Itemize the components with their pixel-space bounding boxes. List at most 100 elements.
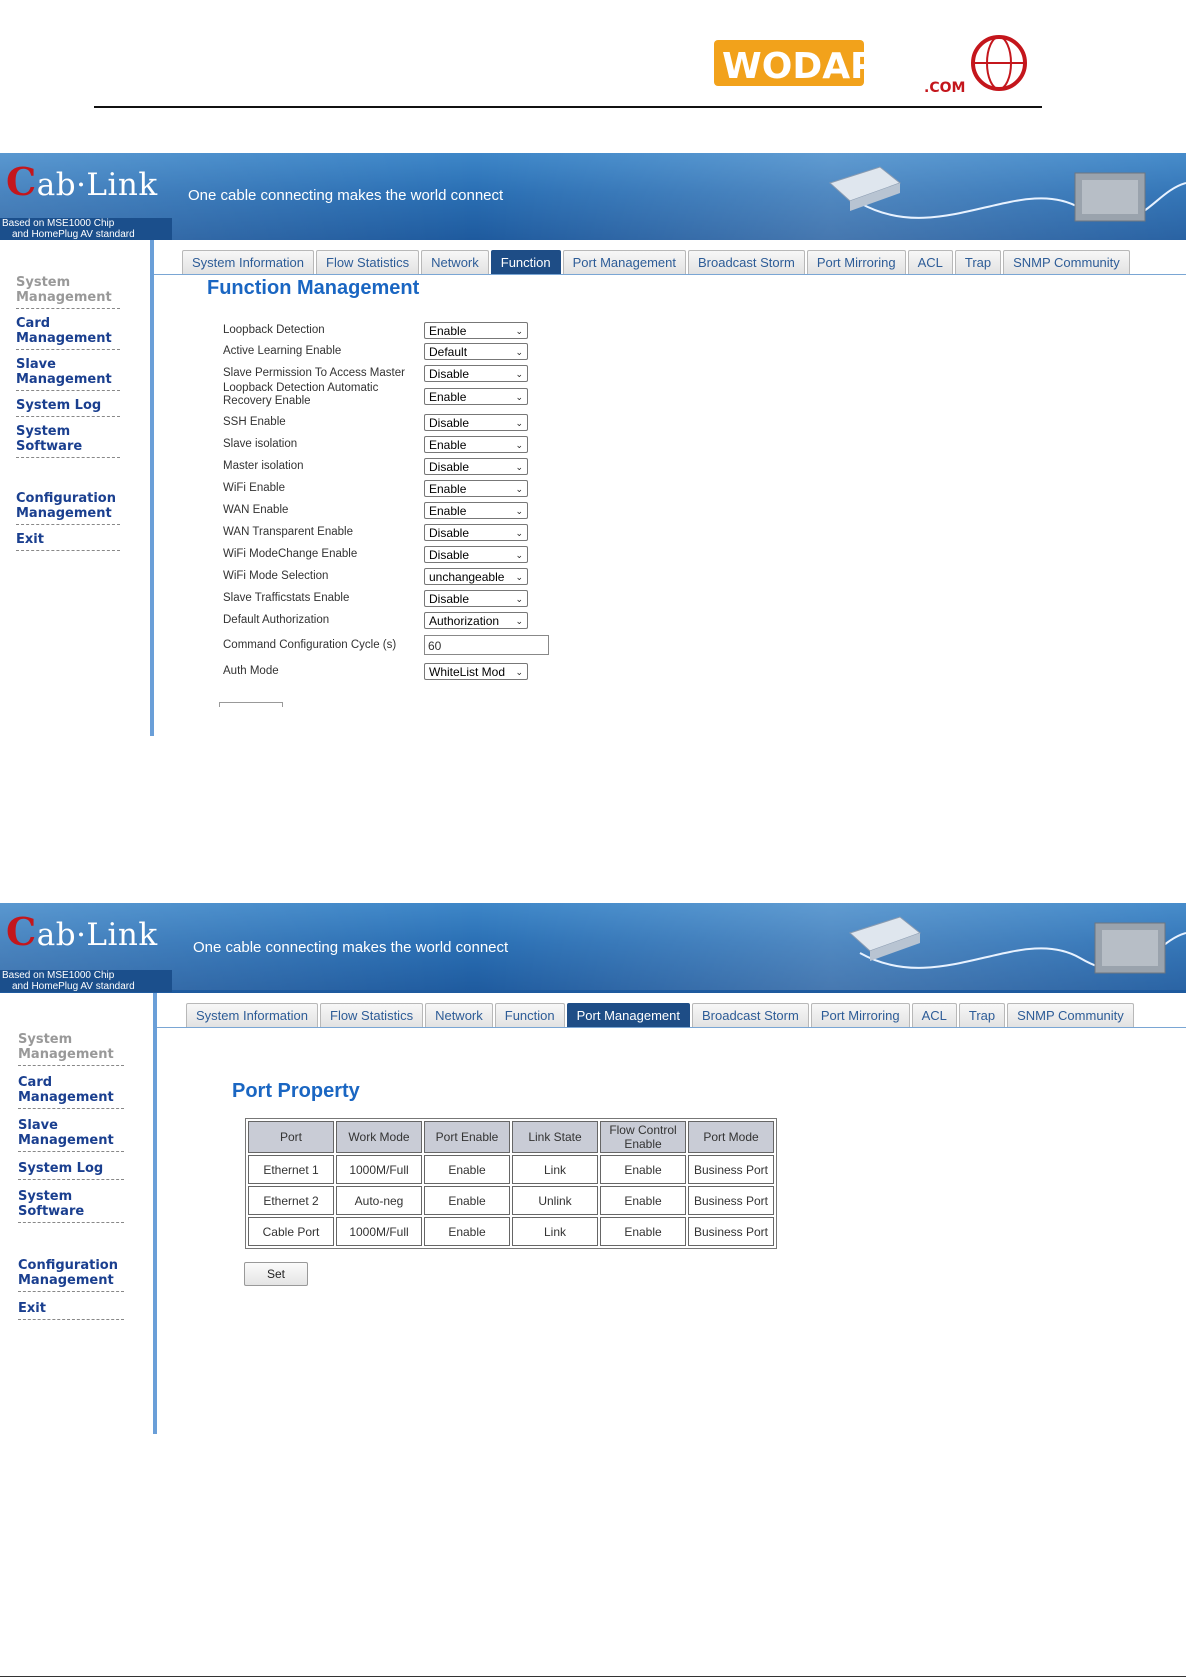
field-select[interactable]: Disable ⌄ bbox=[424, 365, 528, 382]
chevron-down-icon: ⌄ bbox=[515, 326, 523, 336]
sidebar-item-exit[interactable]: Exit bbox=[16, 531, 120, 551]
field-select[interactable]: WhiteList Mod ⌄ bbox=[424, 663, 528, 680]
tab-bar: System Information Flow Statistics Netwo… bbox=[182, 248, 1132, 274]
sidebar-item-slave-management[interactable]: Slave Management bbox=[16, 356, 120, 391]
tab-network[interactable]: Network bbox=[425, 1003, 493, 1027]
field-select[interactable]: Enable ⌄ bbox=[424, 388, 528, 405]
chevron-down-icon: ⌄ bbox=[515, 550, 523, 560]
table-row: Ethernet 1 1000M/Full Enable Link Enable… bbox=[248, 1155, 774, 1184]
field-label: Slave Permission To Access Master bbox=[223, 367, 405, 379]
sidebar-item-configuration-management[interactable]: Configuration Management bbox=[16, 490, 120, 525]
field-select[interactable]: Disable ⌄ bbox=[424, 546, 528, 563]
chevron-down-icon: ⌄ bbox=[515, 418, 523, 428]
field-select[interactable]: Enable ⌄ bbox=[424, 436, 528, 453]
field-select[interactable]: Enable ⌄ bbox=[424, 322, 528, 339]
cell: Auto-neg bbox=[336, 1186, 422, 1215]
chevron-down-icon: ⌄ bbox=[515, 594, 523, 604]
cell: Enable bbox=[424, 1186, 510, 1215]
sidebar-item-system-software[interactable]: System Software bbox=[16, 423, 120, 458]
tagline: One cable connecting makes the world con… bbox=[188, 187, 504, 204]
cell: Ethernet 1 bbox=[248, 1155, 334, 1184]
devices-illustration bbox=[849, 916, 1186, 974]
tab-port-management[interactable]: Port Management bbox=[562, 250, 686, 274]
field-select[interactable]: Default ⌄ bbox=[424, 343, 528, 360]
field-label: Slave isolation bbox=[223, 438, 298, 450]
set-button[interactable]: Set bbox=[244, 1262, 308, 1286]
select-value: Disable bbox=[429, 592, 470, 606]
select-value: Disable bbox=[429, 460, 470, 474]
select-value: Enable bbox=[429, 438, 467, 452]
wodaplug-logo: WODAPLUG .COM bbox=[714, 34, 1030, 96]
field-select[interactable]: Disable ⌄ bbox=[424, 458, 528, 475]
cell: Cable Port bbox=[248, 1217, 334, 1246]
field-label: WAN Enable bbox=[223, 504, 289, 516]
sidebar-item-system-log[interactable]: System Log bbox=[16, 397, 120, 417]
tab-function[interactable]: Function bbox=[494, 1003, 565, 1027]
tab-network[interactable]: Network bbox=[421, 250, 489, 274]
field-label: Active Learning Enable bbox=[223, 345, 342, 357]
select-value: WhiteList Mod bbox=[429, 665, 506, 679]
field-label: WiFi Enable bbox=[223, 482, 285, 494]
tab-acl[interactable]: ACL bbox=[907, 250, 953, 274]
chevron-down-icon: ⌄ bbox=[515, 506, 523, 516]
partial-button[interactable] bbox=[219, 702, 283, 707]
chevron-down-icon: ⌄ bbox=[515, 528, 523, 538]
tagline: One cable connecting makes the world con… bbox=[193, 939, 509, 956]
cell: Ethernet 2 bbox=[248, 1186, 334, 1215]
select-value: Disable bbox=[429, 416, 470, 430]
tab-flow-statistics[interactable]: Flow Statistics bbox=[320, 1003, 424, 1027]
sidebar-item-system-software[interactable]: System Software bbox=[18, 1188, 124, 1223]
chevron-down-icon: ⌄ bbox=[515, 440, 523, 450]
cell: Business Port bbox=[688, 1186, 774, 1215]
sidebar-item-slave-management[interactable]: Slave Management bbox=[18, 1117, 124, 1152]
sidebar-item-exit[interactable]: Exit bbox=[18, 1300, 124, 1320]
sidebar-item-system-management[interactable]: System Management bbox=[16, 274, 120, 309]
cell: 1000M/Full bbox=[336, 1217, 422, 1246]
tab-broadcast-storm[interactable]: Broadcast Storm bbox=[687, 250, 805, 274]
field-select[interactable]: Disable ⌄ bbox=[424, 590, 528, 607]
sidebar-item-system-management[interactable]: System Management bbox=[18, 1031, 124, 1066]
cell: Enable bbox=[600, 1155, 686, 1184]
field-select[interactable]: Disable ⌄ bbox=[424, 524, 528, 541]
sidebar-item-system-log[interactable]: System Log bbox=[18, 1160, 124, 1180]
tab-port-management[interactable]: Port Management bbox=[566, 1003, 690, 1027]
sidebar-item-configuration-management[interactable]: Configuration Management bbox=[18, 1257, 124, 1292]
command-cycle-input[interactable]: 60 bbox=[424, 635, 549, 655]
tab-snmp-community[interactable]: SNMP Community bbox=[1007, 1003, 1134, 1027]
cell: Enable bbox=[600, 1217, 686, 1246]
field-label: WiFi ModeChange Enable bbox=[223, 548, 358, 560]
field-select[interactable]: Disable ⌄ bbox=[424, 414, 528, 431]
chevron-down-icon: ⌄ bbox=[515, 392, 523, 402]
sidebar-item-card-management[interactable]: Card Management bbox=[16, 315, 120, 350]
tab-snmp-community[interactable]: SNMP Community bbox=[1003, 250, 1130, 274]
function-management-screenshot: Cab·Link Based on MSE1000 Chip and HomeP… bbox=[0, 153, 1186, 736]
select-value: Disable bbox=[429, 548, 470, 562]
sidebar: System Management Card Management Slave … bbox=[0, 993, 157, 1434]
tab-acl[interactable]: ACL bbox=[911, 1003, 957, 1027]
page-title: Port Property bbox=[232, 1080, 360, 1102]
select-value: unchangeable bbox=[429, 570, 505, 584]
col-work-mode: Work Mode bbox=[336, 1121, 422, 1153]
tab-port-mirroring[interactable]: Port Mirroring bbox=[806, 250, 906, 274]
field-select[interactable]: Authorization ⌄ bbox=[424, 612, 528, 629]
tab-trap[interactable]: Trap bbox=[954, 250, 1002, 274]
sidebar-item-card-management[interactable]: Card Management bbox=[18, 1074, 124, 1109]
chevron-down-icon: ⌄ bbox=[515, 667, 523, 677]
chevron-down-icon: ⌄ bbox=[515, 347, 523, 357]
tab-flow-statistics[interactable]: Flow Statistics bbox=[316, 250, 420, 274]
tab-system-information[interactable]: System Information bbox=[186, 1003, 318, 1027]
table-row: Cable Port 1000M/Full Enable Link Enable… bbox=[248, 1217, 774, 1246]
tab-function[interactable]: Function bbox=[490, 250, 561, 274]
tab-port-mirroring[interactable]: Port Mirroring bbox=[810, 1003, 910, 1027]
tab-system-information[interactable]: System Information bbox=[182, 250, 314, 274]
banner: Cab·Link Based on MSE1000 Chip and HomeP… bbox=[0, 153, 1186, 240]
select-value: Enable bbox=[429, 390, 467, 404]
select-value: Enable bbox=[429, 504, 467, 518]
field-select[interactable]: Enable ⌄ bbox=[424, 480, 528, 497]
cell: Business Port bbox=[688, 1217, 774, 1246]
cell: Business Port bbox=[688, 1155, 774, 1184]
field-select[interactable]: Enable ⌄ bbox=[424, 502, 528, 519]
tab-trap[interactable]: Trap bbox=[958, 1003, 1006, 1027]
field-select[interactable]: unchangeable ⌄ bbox=[424, 568, 528, 585]
tab-broadcast-storm[interactable]: Broadcast Storm bbox=[691, 1003, 809, 1027]
